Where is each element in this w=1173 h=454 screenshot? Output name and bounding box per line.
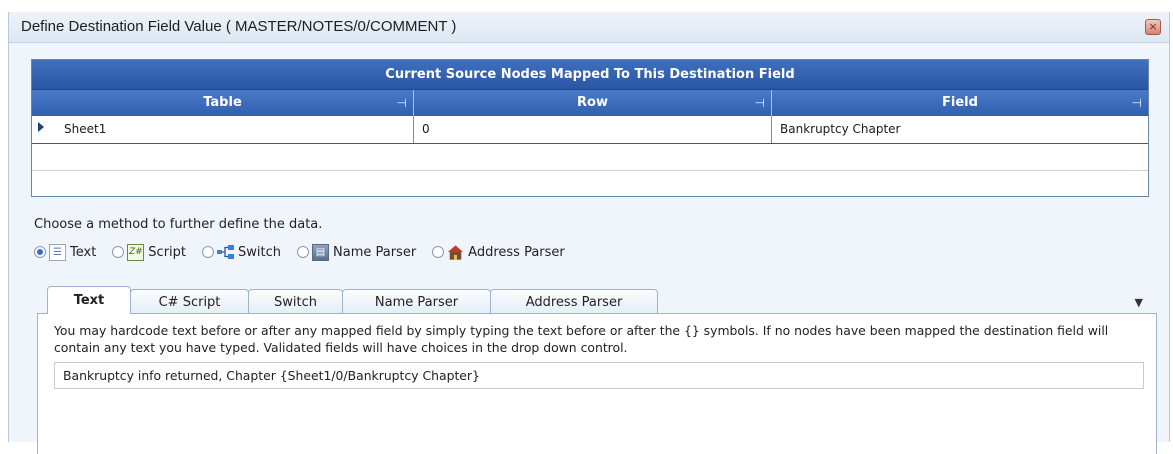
text-icon: ☰ bbox=[49, 243, 66, 261]
method-option-switch[interactable]: Switch bbox=[202, 244, 281, 261]
grid-caption: Current Source Nodes Mapped To This Dest… bbox=[32, 60, 1148, 90]
method-label-switch: Switch bbox=[238, 244, 281, 260]
tab-overflow-chevron-down-icon[interactable]: ▼ bbox=[1135, 296, 1143, 309]
switch-icon bbox=[217, 244, 235, 261]
house-icon bbox=[447, 244, 464, 261]
method-label-script: Script bbox=[148, 244, 187, 260]
cell-field[interactable]: Bankruptcy Chapter bbox=[772, 116, 1148, 143]
destination-text-input[interactable] bbox=[54, 362, 1144, 389]
method-option-name-parser[interactable]: ▤ Name Parser bbox=[297, 243, 417, 261]
radio-script[interactable] bbox=[112, 246, 125, 258]
column-label-field: Field bbox=[942, 95, 978, 110]
text-tab-panel: You may hardcode text before or after an… bbox=[37, 313, 1157, 454]
cell-row[interactable]: 0 bbox=[414, 116, 772, 143]
define-destination-dialog: Define Destination Field Value ( MASTER/… bbox=[8, 12, 1170, 454]
method-label-address-parser: Address Parser bbox=[468, 244, 565, 260]
dialog-title: Define Destination Field Value ( MASTER/… bbox=[21, 18, 457, 35]
column-label-table: Table bbox=[203, 95, 242, 110]
method-label-text: Text bbox=[70, 244, 97, 260]
radio-text[interactable] bbox=[34, 246, 46, 258]
method-label-name-parser: Name Parser bbox=[333, 244, 417, 260]
tab-text[interactable]: Text bbox=[47, 286, 131, 314]
current-row-arrow-icon bbox=[38, 122, 44, 132]
cell-table[interactable]: Sheet1 bbox=[32, 116, 414, 143]
grid-header: Table ⊣ Row ⊣ Field ⊣ bbox=[32, 90, 1148, 116]
tab-csharp-script[interactable]: C# Script bbox=[130, 289, 249, 314]
method-prompt: Choose a method to further define the da… bbox=[34, 217, 323, 232]
divider bbox=[32, 170, 1148, 171]
radio-address-parser[interactable] bbox=[432, 246, 445, 258]
csharp-script-icon: Z# bbox=[127, 243, 145, 261]
radio-switch[interactable] bbox=[202, 246, 215, 258]
tab-name-parser[interactable]: Name Parser bbox=[342, 289, 491, 314]
column-header-row[interactable]: Row ⊣ bbox=[414, 90, 772, 116]
radio-name-parser[interactable] bbox=[297, 246, 309, 258]
table-row[interactable]: Sheet1 0 Bankruptcy Chapter bbox=[32, 116, 1148, 144]
column-header-table[interactable]: Table ⊣ bbox=[32, 90, 414, 116]
name-parser-icon: ▤ bbox=[312, 243, 329, 261]
tab-switch[interactable]: Switch bbox=[248, 289, 343, 314]
title-bar: Define Destination Field Value ( MASTER/… bbox=[9, 12, 1169, 43]
method-radio-group: ☰ Text Z# Script Switch ▤ Name Parser Ad… bbox=[34, 241, 581, 263]
pin-icon[interactable]: ⊣ bbox=[755, 90, 765, 116]
pin-icon[interactable]: ⊣ bbox=[1132, 90, 1142, 116]
column-header-field[interactable]: Field ⊣ bbox=[772, 90, 1148, 116]
method-option-address-parser[interactable]: Address Parser bbox=[432, 244, 565, 261]
method-option-text[interactable]: ☰ Text bbox=[34, 243, 97, 261]
tab-strip: Text C# Script Switch Name Parser Addres… bbox=[47, 286, 658, 314]
tab-address-parser[interactable]: Address Parser bbox=[490, 289, 658, 314]
source-nodes-grid: Current Source Nodes Mapped To This Dest… bbox=[31, 59, 1149, 197]
help-text: You may hardcode text before or after an… bbox=[54, 323, 1109, 355]
close-button[interactable]: × bbox=[1145, 19, 1161, 35]
close-icon: × bbox=[1148, 20, 1158, 33]
pin-icon[interactable]: ⊣ bbox=[397, 90, 407, 116]
method-option-script[interactable]: Z# Script bbox=[112, 243, 187, 261]
column-label-row: Row bbox=[577, 95, 608, 110]
